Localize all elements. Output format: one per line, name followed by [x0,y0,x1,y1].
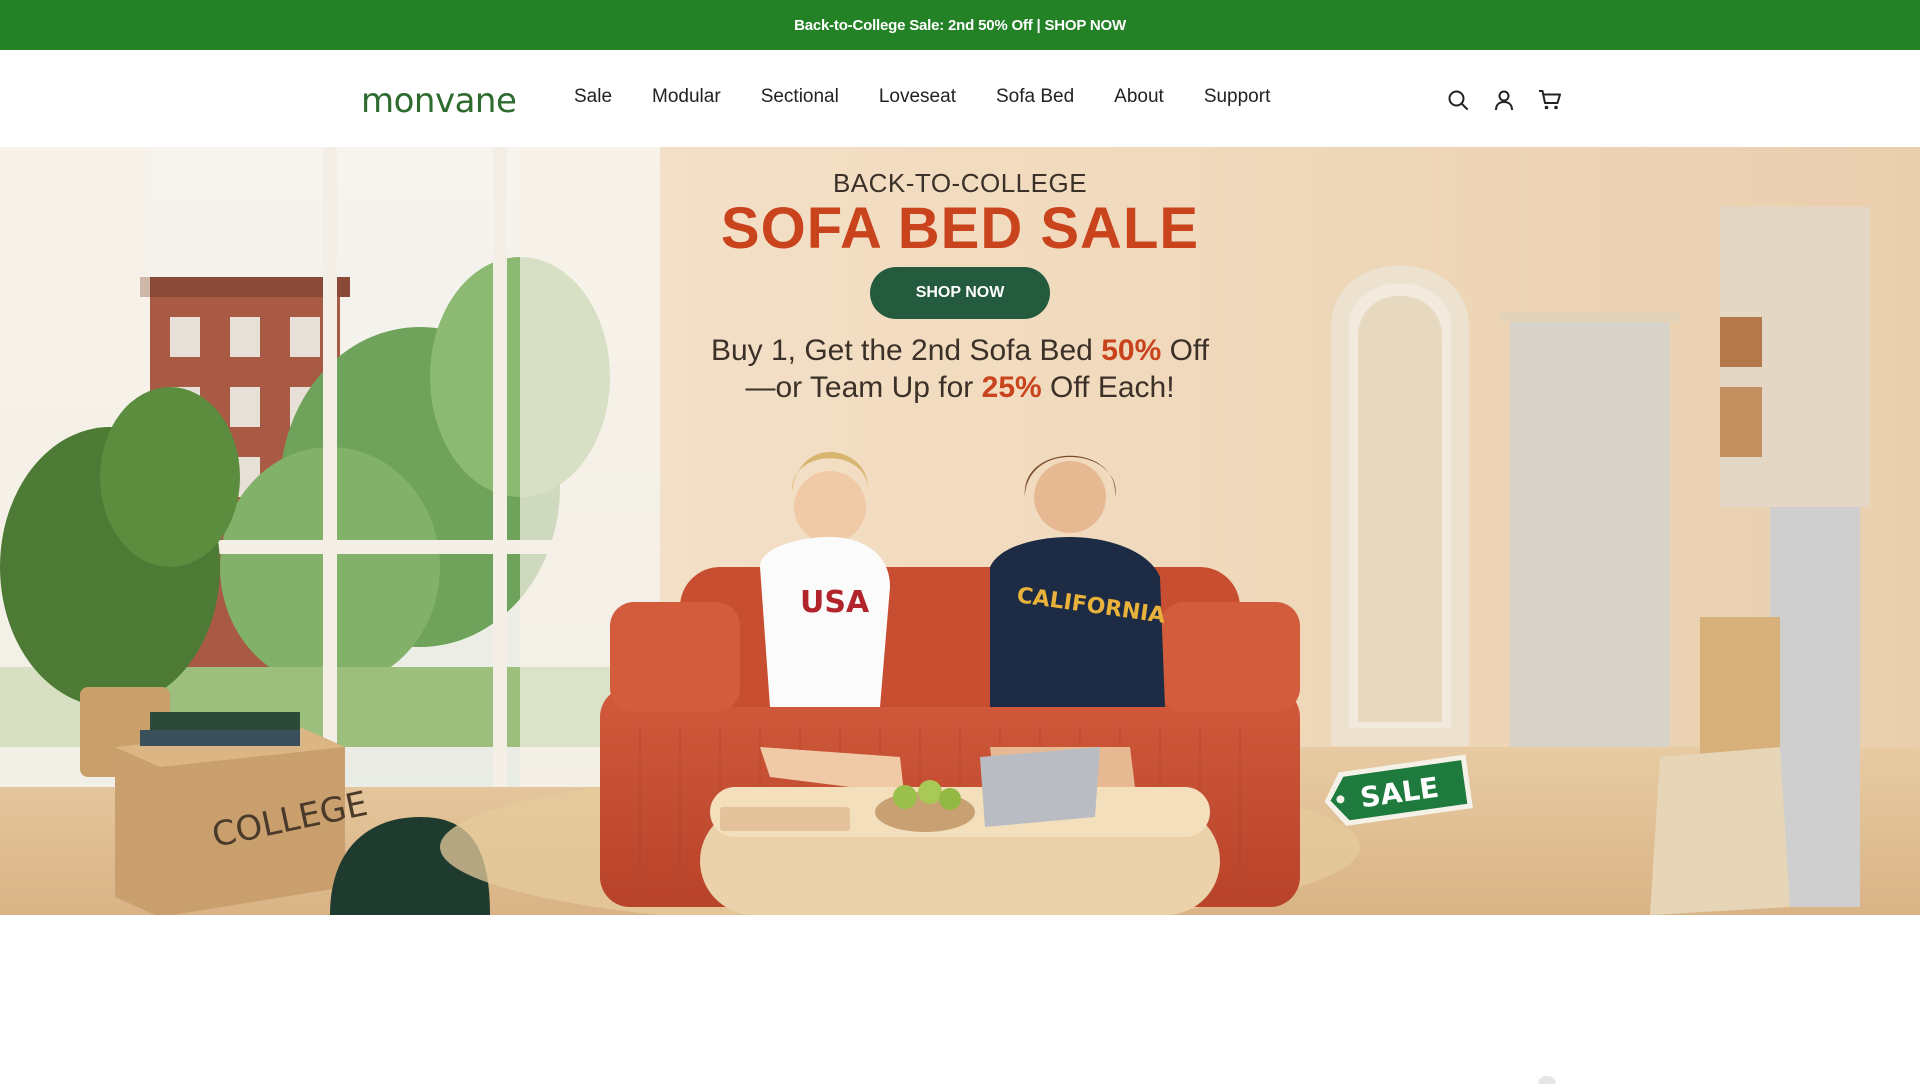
offer-50-highlight: 50% [1101,334,1162,367]
nav-item-sofa-bed[interactable]: Sofa Bed [996,84,1074,110]
nav-item-about[interactable]: About [1114,84,1164,110]
account-icon[interactable] [1490,86,1518,114]
search-icon[interactable] [1444,86,1472,114]
nav-item-support[interactable]: Support [1204,84,1271,110]
hero-offer: Buy 1, Get the 2nd Sofa Bed 50% Off —or … [0,332,1920,406]
header-actions [1444,86,1564,114]
below-fold-area [0,915,1920,1080]
announcement-bar: Back-to-College Sale: 2nd 50% Off | SHOP… [0,0,1920,50]
offer-line-1: Buy 1, Get the 2nd Sofa Bed 50% Off [0,332,1920,369]
main-nav: Sale Modular Sectional Loveseat Sofa Bed… [574,84,1270,110]
nav-item-sectional[interactable]: Sectional [761,84,839,110]
nav-item-modular[interactable]: Modular [652,84,721,110]
sale-tag: SALE [1324,754,1473,826]
hero-illustration: COLLEGE USA CALIFORNIA [0,147,1920,915]
offer-line-2-prefix: —or Team Up for [745,371,982,404]
hero-title: SOFA BED SALE [720,196,1200,261]
offer-line-1-prefix: Buy 1, Get the 2nd Sofa Bed [710,334,1102,367]
announcement-link[interactable]: Back-to-College Sale: 2nd 50% Off | SHOP… [794,17,1126,34]
cart-icon[interactable] [1536,86,1564,114]
carousel-indicator[interactable] [1538,1076,1556,1084]
offer-25-highlight: 25% [981,371,1042,404]
offer-line-2-suffix: Off Each! [1041,371,1175,404]
logo-text: monvane [361,81,517,121]
site-header: monvane Sale Modular Sectional Loveseat … [0,50,1920,147]
logo[interactable]: monvane [361,81,517,121]
shop-now-button[interactable]: SHOP NOW [870,267,1050,319]
nav-item-loveseat[interactable]: Loveseat [879,84,956,110]
nav-item-sale[interactable]: Sale [574,84,612,110]
hero-banner[interactable]: COLLEGE USA CALIFORNIA BACK-TO-COLLEGE S… [0,147,1920,915]
offer-line-1-suffix: Off [1161,334,1210,367]
offer-line-2: —or Team Up for 25% Off Each! [0,369,1920,406]
shirt-left-text: USA [800,585,870,620]
